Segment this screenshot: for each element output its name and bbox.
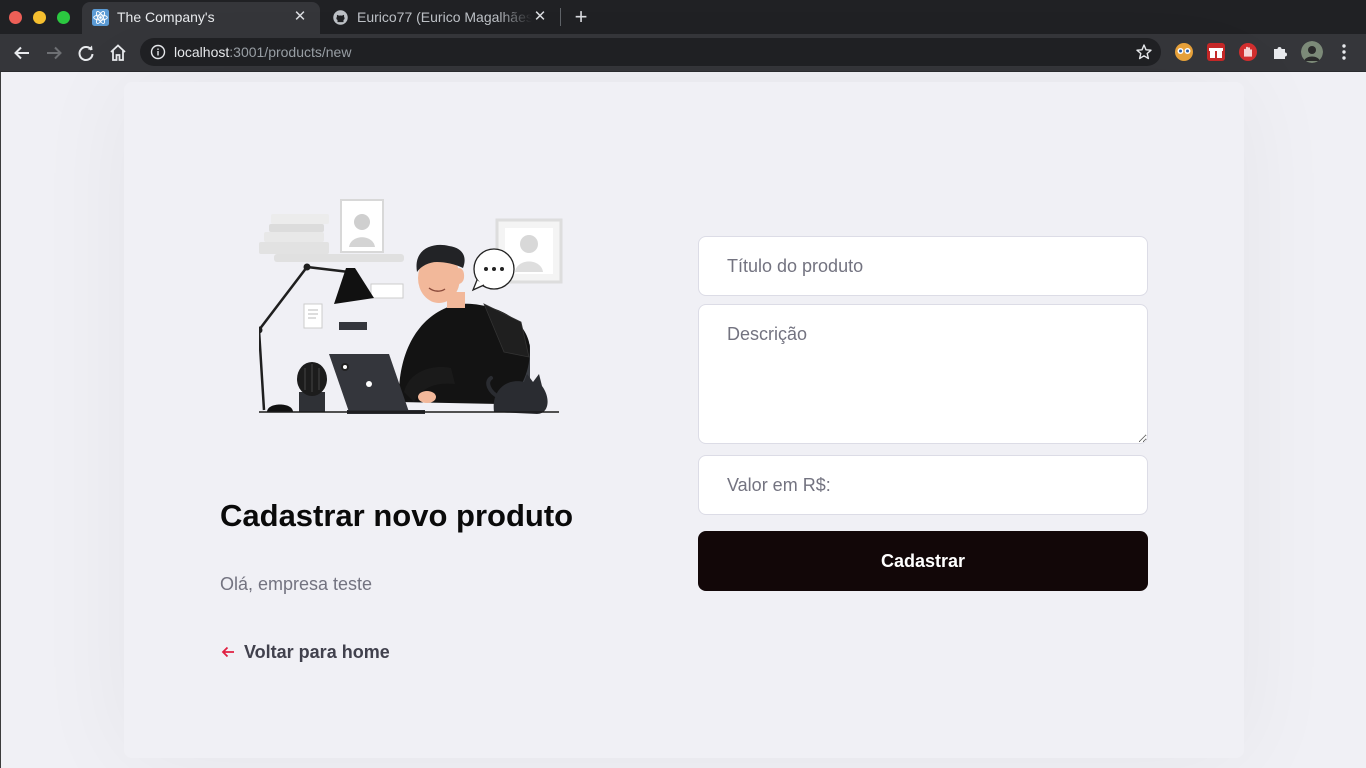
github-icon bbox=[333, 10, 348, 25]
extension-hand-icon[interactable] bbox=[1238, 42, 1258, 62]
product-description-textarea[interactable] bbox=[698, 304, 1148, 444]
back-link-label: Voltar para home bbox=[244, 641, 390, 662]
browser-menu-icon[interactable] bbox=[1334, 42, 1354, 62]
extension-owl-icon[interactable] bbox=[1174, 42, 1194, 62]
url-path: :3001/products/new bbox=[229, 44, 352, 60]
site-info-icon[interactable] bbox=[150, 44, 166, 60]
submit-register-button[interactable]: Cadastrar bbox=[698, 531, 1148, 591]
new-tab-button[interactable]: + bbox=[570, 6, 592, 28]
profile-avatar[interactable] bbox=[1301, 41, 1323, 63]
arrow-left-icon bbox=[221, 646, 234, 658]
tab-the-company[interactable]: The Company's ✕ bbox=[82, 2, 320, 34]
man-working-at-laptop-illustration bbox=[259, 199, 563, 414]
extensions-puzzle-icon[interactable] bbox=[1270, 42, 1290, 62]
url-host: localhost bbox=[174, 44, 230, 60]
register-product-card: Cadastrar novo produto Olá, empresa test… bbox=[124, 82, 1244, 758]
minimize-window-button[interactable] bbox=[33, 11, 46, 24]
tab-title: The Company's bbox=[117, 9, 215, 25]
extension-gift-icon[interactable] bbox=[1206, 42, 1226, 62]
close-tab-icon[interactable]: ✕ bbox=[292, 9, 308, 25]
close-tab-icon[interactable]: ✕ bbox=[532, 9, 548, 25]
close-window-button[interactable] bbox=[9, 11, 22, 24]
home-icon[interactable] bbox=[107, 42, 129, 64]
browser-toolbar: localhost:3001/products/new bbox=[0, 34, 1366, 72]
back-arrow-icon[interactable] bbox=[11, 42, 33, 64]
back-to-home-link[interactable]: Voltar para home bbox=[220, 640, 390, 664]
tab-divider bbox=[560, 8, 561, 26]
address-bar[interactable]: localhost:3001/products/new bbox=[140, 38, 1161, 66]
greeting-text: Olá, empresa teste bbox=[220, 574, 373, 594]
page-title: Cadastrar novo produto bbox=[220, 498, 574, 533]
bookmark-star-icon[interactable] bbox=[1135, 43, 1153, 61]
url-text: localhost:3001/products/new bbox=[174, 44, 351, 61]
page-viewport: Cadastrar novo produto Olá, empresa test… bbox=[0, 72, 1366, 768]
tab-github-profile[interactable]: Eurico77 (Eurico Magalhães ✕ bbox=[322, 2, 560, 34]
reload-icon[interactable] bbox=[75, 42, 97, 64]
tab-title: Eurico77 (Eurico Magalhães bbox=[357, 9, 532, 25]
product-title-input[interactable] bbox=[698, 236, 1148, 296]
product-value-input[interactable] bbox=[698, 455, 1148, 515]
forward-arrow-icon[interactable] bbox=[43, 42, 65, 64]
maximize-window-button[interactable] bbox=[57, 11, 70, 24]
react-icon bbox=[92, 9, 109, 26]
browser-tab-bar: The Company's ✕ Eurico77 (Eurico Magalhã… bbox=[0, 0, 1366, 34]
